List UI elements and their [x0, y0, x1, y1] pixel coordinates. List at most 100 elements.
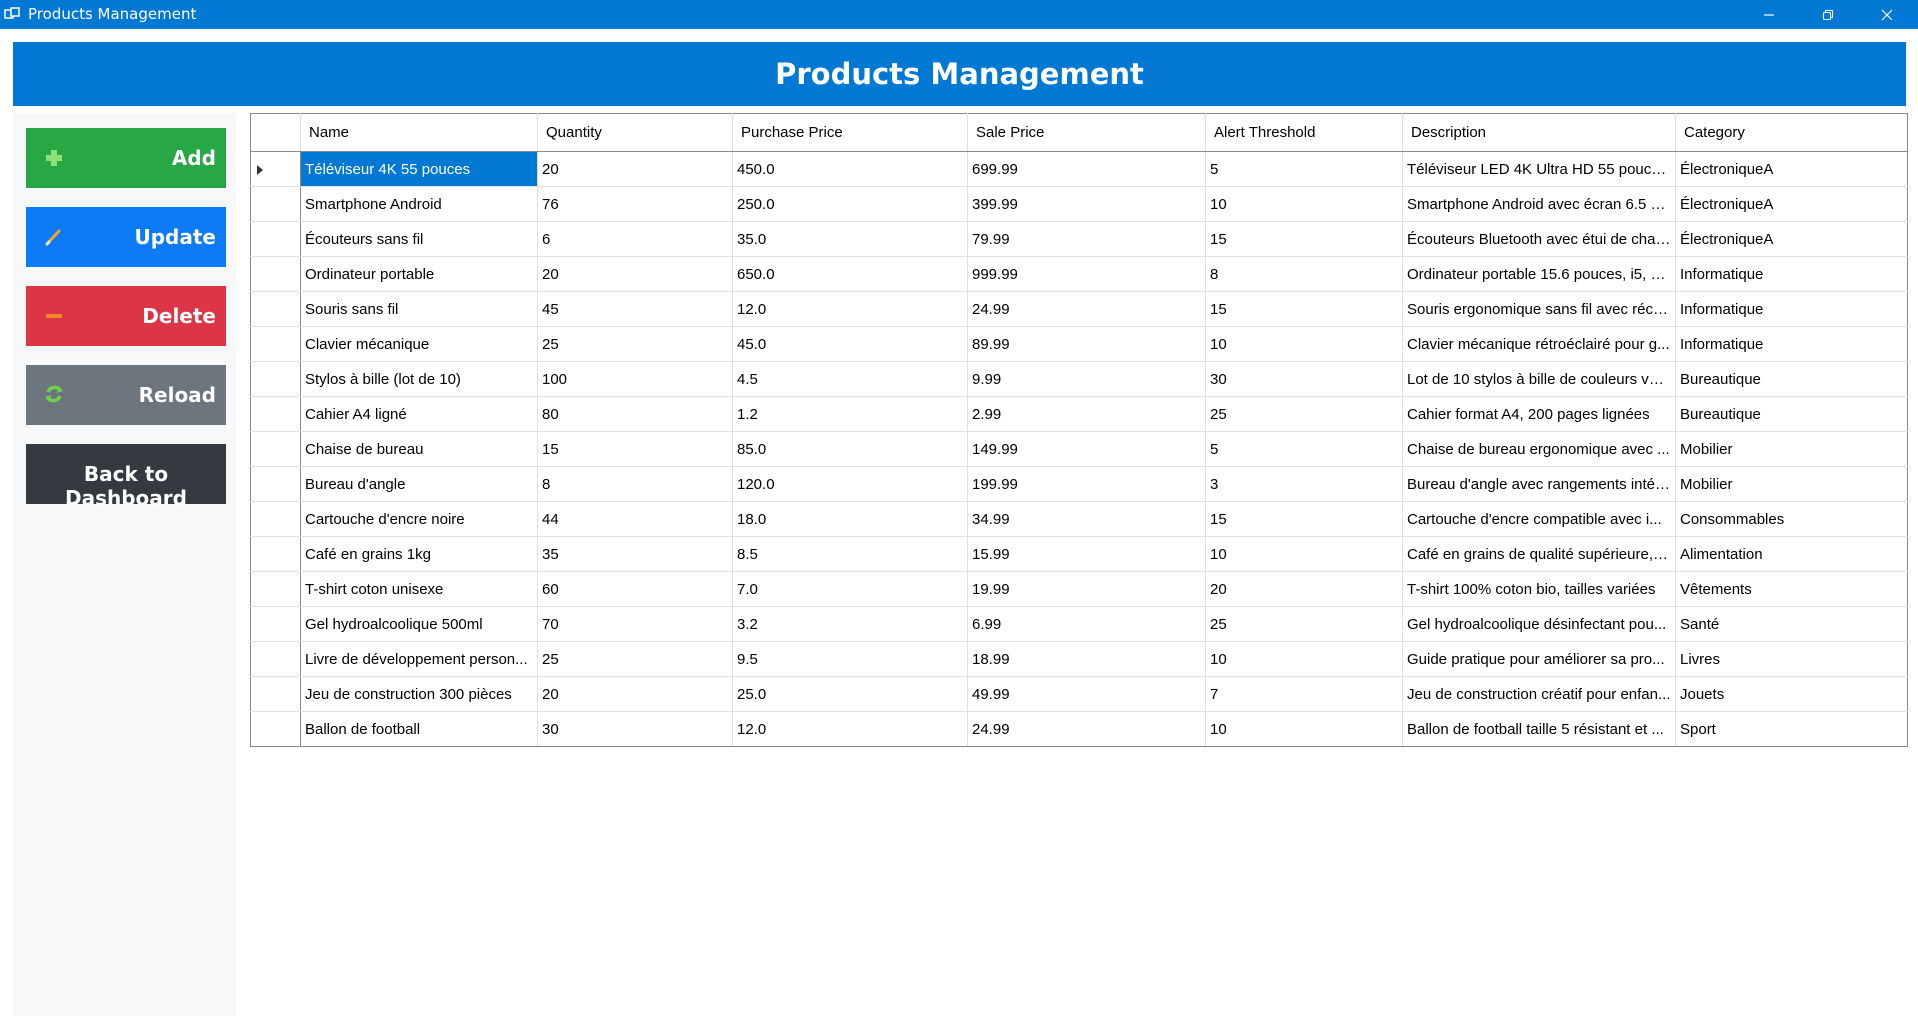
- table-row[interactable]: Bureau d'angle 8 120.0 199.99 3 Bureau d'angl…: [250, 466, 1908, 502]
- cell-alert-threshold[interactable]: 10: [1205, 186, 1403, 222]
- cell-name[interactable]: T-shirt coton unisexe: [300, 571, 538, 607]
- cell-alert-threshold[interactable]: 3: [1205, 466, 1403, 502]
- back-to-dashboard-button[interactable]: Back to Dashboard: [26, 444, 226, 510]
- cell-quantity[interactable]: 6: [537, 221, 733, 257]
- cell-name[interactable]: Cartouche d'encre noire: [300, 501, 538, 537]
- cell-sale-price[interactable]: 699.99: [967, 151, 1206, 187]
- cell-description[interactable]: Écouteurs Bluetooth avec étui de char...: [1402, 221, 1676, 257]
- cell-alert-threshold[interactable]: 25: [1205, 606, 1403, 642]
- cell-quantity[interactable]: 20: [537, 256, 733, 292]
- table-row[interactable]: T-shirt coton unisexe 60 7.0 19.99 20 T-shirt…: [250, 571, 1908, 607]
- cell-description[interactable]: Ordinateur portable 15.6 pouces, i5, 8..…: [1402, 256, 1676, 292]
- cell-name[interactable]: Cahier A4 ligné: [300, 396, 538, 432]
- cell-quantity[interactable]: 70: [537, 606, 733, 642]
- cell-purchase-price[interactable]: 25.0: [732, 676, 968, 712]
- cell-purchase-price[interactable]: 250.0: [732, 186, 968, 222]
- cell-sale-price[interactable]: 19.99: [967, 571, 1206, 607]
- cell-category[interactable]: Mobilier: [1675, 466, 1908, 502]
- cell-sale-price[interactable]: 34.99: [967, 501, 1206, 537]
- update-button[interactable]: Update: [26, 207, 226, 267]
- cell-purchase-price[interactable]: 7.0: [732, 571, 968, 607]
- row-header[interactable]: [250, 221, 301, 257]
- products-grid[interactable]: Name Quantity Purchase Price Sale Price …: [250, 113, 1908, 747]
- cell-sale-price[interactable]: 24.99: [967, 711, 1206, 747]
- cell-sale-price[interactable]: 49.99: [967, 676, 1206, 712]
- row-header[interactable]: [250, 186, 301, 222]
- cell-description[interactable]: Bureau d'angle avec rangements intég...: [1402, 466, 1676, 502]
- row-header[interactable]: [250, 256, 301, 292]
- cell-quantity[interactable]: 15: [537, 431, 733, 467]
- cell-description[interactable]: Gel hydroalcoolique désinfectant pou...: [1402, 606, 1676, 642]
- cell-description[interactable]: Clavier mécanique rétroéclairé pour g...: [1402, 326, 1676, 362]
- row-header[interactable]: [250, 361, 301, 397]
- table-row[interactable]: Café en grains 1kg 35 8.5 15.99 10 Café en gr…: [250, 536, 1908, 572]
- table-row[interactable]: Souris sans fil 45 12.0 24.99 15 Souris ergon…: [250, 291, 1908, 327]
- cell-alert-threshold[interactable]: 10: [1205, 326, 1403, 362]
- cell-category[interactable]: Informatique: [1675, 291, 1908, 327]
- cell-quantity[interactable]: 25: [537, 326, 733, 362]
- cell-alert-threshold[interactable]: 10: [1205, 536, 1403, 572]
- cell-description[interactable]: Café en grains de qualité supérieure, t.…: [1402, 536, 1676, 572]
- row-header[interactable]: [250, 571, 301, 607]
- minimize-button[interactable]: [1740, 0, 1798, 29]
- cell-category[interactable]: Sport: [1675, 711, 1908, 747]
- table-row[interactable]: Ballon de football 30 12.0 24.99 10 Ballon de…: [250, 711, 1908, 747]
- cell-description[interactable]: Cahier format A4, 200 pages lignées: [1402, 396, 1676, 432]
- reload-button[interactable]: Reload: [26, 365, 226, 425]
- cell-purchase-price[interactable]: 12.0: [732, 291, 968, 327]
- table-row[interactable]: Jeu de construction 300 pièces 20 25.0 49.9…: [250, 676, 1908, 712]
- cell-description[interactable]: Guide pratique pour améliorer sa pro...: [1402, 641, 1676, 677]
- row-header[interactable]: [250, 326, 301, 362]
- cell-name[interactable]: Chaise de bureau: [300, 431, 538, 467]
- cell-description[interactable]: Jeu de construction créatif pour enfan..…: [1402, 676, 1676, 712]
- cell-purchase-price[interactable]: 35.0: [732, 221, 968, 257]
- cell-category[interactable]: Informatique: [1675, 256, 1908, 292]
- cell-purchase-price[interactable]: 120.0: [732, 466, 968, 502]
- table-row[interactable]: Chaise de bureau 15 85.0 149.99 5 Chaise de b…: [250, 431, 1908, 467]
- close-button[interactable]: [1858, 0, 1916, 29]
- cell-alert-threshold[interactable]: 25: [1205, 396, 1403, 432]
- cell-quantity[interactable]: 60: [537, 571, 733, 607]
- cell-category[interactable]: Mobilier: [1675, 431, 1908, 467]
- cell-description[interactable]: Souris ergonomique sans fil avec réce...: [1402, 291, 1676, 327]
- cell-alert-threshold[interactable]: 5: [1205, 431, 1403, 467]
- cell-name[interactable]: Gel hydroalcoolique 500ml: [300, 606, 538, 642]
- cell-description[interactable]: Smartphone Android avec écran 6.5 p...: [1402, 186, 1676, 222]
- cell-sale-price[interactable]: 15.99: [967, 536, 1206, 572]
- cell-name[interactable]: Smartphone Android: [300, 186, 538, 222]
- cell-name[interactable]: Livre de développement person...: [300, 641, 538, 677]
- cell-name[interactable]: Écouteurs sans fil: [300, 221, 538, 257]
- cell-purchase-price[interactable]: 650.0: [732, 256, 968, 292]
- cell-quantity[interactable]: 20: [537, 676, 733, 712]
- row-header[interactable]: [250, 466, 301, 502]
- cell-sale-price[interactable]: 6.99: [967, 606, 1206, 642]
- cell-category[interactable]: Consommables: [1675, 501, 1908, 537]
- cell-sale-price[interactable]: 2.99: [967, 396, 1206, 432]
- cell-name[interactable]: Ordinateur portable: [300, 256, 538, 292]
- cell-category[interactable]: Jouets: [1675, 676, 1908, 712]
- cell-sale-price[interactable]: 18.99: [967, 641, 1206, 677]
- row-header[interactable]: [250, 151, 301, 187]
- cell-sale-price[interactable]: 9.99: [967, 361, 1206, 397]
- table-row[interactable]: Clavier mécanique 25 45.0 89.99 10 Clavier mé…: [250, 326, 1908, 362]
- cell-purchase-price[interactable]: 8.5: [732, 536, 968, 572]
- cell-description[interactable]: Cartouche d'encre compatible avec i...: [1402, 501, 1676, 537]
- table-row[interactable]: Livre de développement person... 25 9.5 18.…: [250, 641, 1908, 677]
- add-button[interactable]: Add: [26, 128, 226, 188]
- cell-purchase-price[interactable]: 3.2: [732, 606, 968, 642]
- row-header[interactable]: [250, 606, 301, 642]
- cell-sale-price[interactable]: 89.99: [967, 326, 1206, 362]
- cell-quantity[interactable]: 20: [537, 151, 733, 187]
- cell-name[interactable]: Café en grains 1kg: [300, 536, 538, 572]
- cell-description[interactable]: T-shirt 100% coton bio, tailles variées: [1402, 571, 1676, 607]
- restore-button[interactable]: [1799, 0, 1857, 29]
- cell-category[interactable]: Informatique: [1675, 326, 1908, 362]
- cell-purchase-price[interactable]: 45.0: [732, 326, 968, 362]
- cell-alert-threshold[interactable]: 15: [1205, 221, 1403, 257]
- table-row[interactable]: Gel hydroalcoolique 500ml 70 3.2 6.99 25 Gel …: [250, 606, 1908, 642]
- cell-category[interactable]: ÉlectroniqueA: [1675, 186, 1908, 222]
- cell-purchase-price[interactable]: 9.5: [732, 641, 968, 677]
- column-header-quantity[interactable]: Quantity: [537, 113, 733, 152]
- table-row[interactable]: Smartphone Android 76 250.0 399.99 10 Smartph…: [250, 186, 1908, 222]
- cell-purchase-price[interactable]: 1.2: [732, 396, 968, 432]
